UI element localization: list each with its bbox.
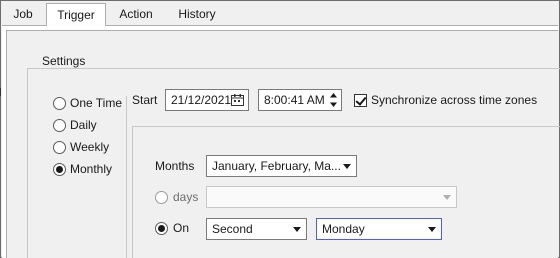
calendar-icon[interactable]	[231, 94, 244, 106]
sync-timezones-label: Synchronize across time zones	[371, 93, 538, 107]
week-ordinal-value: Second	[212, 222, 253, 236]
chevron-down-icon	[443, 195, 451, 200]
radio-weekly[interactable]	[53, 141, 66, 154]
start-time-input[interactable]: 8:00:41 AM	[258, 89, 342, 111]
radio-daily[interactable]	[53, 119, 66, 132]
start-label: Start	[132, 93, 158, 107]
radio-days-label: days	[173, 190, 199, 204]
radio-one-time[interactable]	[53, 97, 66, 110]
weekday-value: Monday	[322, 222, 365, 236]
months-value: January, February, Ma...	[212, 159, 341, 173]
radio-days[interactable]	[155, 191, 168, 204]
start-time-value: 8:00:41 AM	[264, 93, 325, 107]
time-spinner-icon[interactable]	[329, 92, 338, 108]
sync-timezones-checkbox[interactable]	[354, 94, 367, 107]
months-dropdown[interactable]: January, February, Ma...	[206, 155, 357, 177]
radio-one-time-label: One Time	[70, 96, 123, 110]
chevron-down-icon	[293, 227, 301, 232]
chevron-down-icon	[343, 164, 351, 169]
settings-groupbox-title: Settings	[38, 54, 90, 68]
radio-weekly-label: Weekly	[70, 140, 110, 154]
radio-on[interactable]	[155, 222, 168, 235]
vertical-separator	[126, 96, 127, 258]
radio-daily-label: Daily	[70, 118, 97, 132]
radio-on-label: On	[173, 221, 190, 235]
chevron-down-icon	[428, 227, 436, 232]
weekday-dropdown[interactable]: Monday	[316, 218, 442, 240]
months-label: Months	[155, 159, 195, 173]
week-ordinal-dropdown[interactable]: Second	[206, 218, 307, 240]
start-date-value: 21/12/2021	[171, 93, 232, 107]
radio-monthly[interactable]	[53, 163, 66, 176]
days-dropdown[interactable]	[206, 186, 457, 208]
radio-monthly-label: Monthly	[70, 162, 113, 176]
start-date-picker[interactable]: 21/12/2021	[165, 89, 249, 111]
